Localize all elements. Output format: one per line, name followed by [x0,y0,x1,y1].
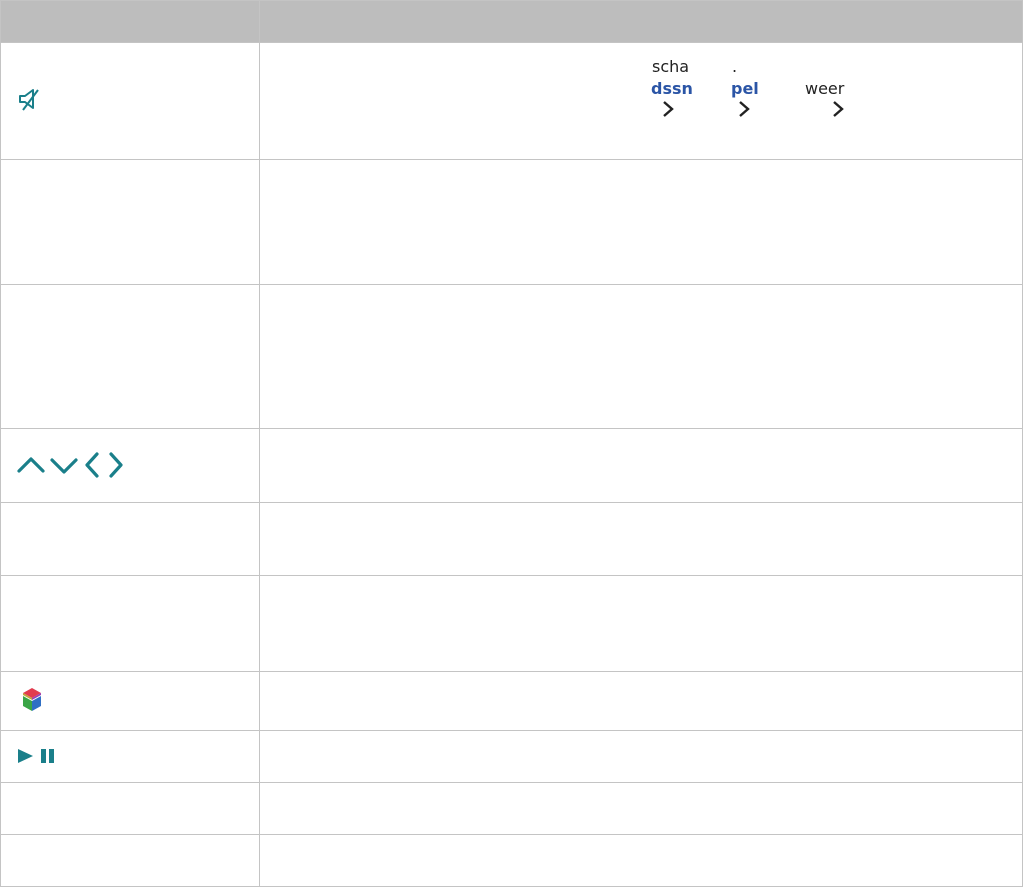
row-7-text-cell [260,672,1023,730]
row-4-icon-cell [0,429,259,502]
smart-hub-icon [23,688,41,711]
row-3-icon-cell [0,285,259,428]
chevron-right-icon [663,101,674,117]
row-2-text-cell [260,160,1023,284]
row-7-icon-cell [0,672,259,730]
table-border-top [0,0,1023,1]
row-1-icon-cell [0,43,259,159]
row-6-icon-cell [0,576,259,671]
play-pause-icon [18,749,54,763]
chevron-right-icon [739,101,750,117]
row-5-icon-cell [0,503,259,575]
table-header [0,0,1023,42]
row-3-text-cell [260,285,1023,428]
mute-icon [19,89,39,111]
row-4-text-cell [260,429,1023,502]
remote-buttons-table: scha . dssn pel weer [0,0,1023,887]
word-scha: scha [652,57,690,76]
row-8-icon-cell [0,731,259,782]
word-period: . [732,57,738,76]
row-1-text-cell: scha . dssn pel weer [260,43,1023,159]
row-10-icon-cell [0,835,259,886]
link-pel[interactable]: pel [731,79,759,99]
row-5-text-cell [260,503,1023,575]
row-10-text-cell [260,835,1023,886]
word-weer: weer [805,79,845,98]
row-2-icon-cell [0,160,259,284]
row-9-text-cell [260,783,1023,834]
row-9-icon-cell [0,783,259,834]
chevron-right-icon [833,101,844,117]
row-8-text-cell [260,731,1023,782]
row-6-text-cell [260,576,1023,671]
link-dssn[interactable]: dssn [651,79,693,99]
arrow-keys-icon [17,452,123,478]
